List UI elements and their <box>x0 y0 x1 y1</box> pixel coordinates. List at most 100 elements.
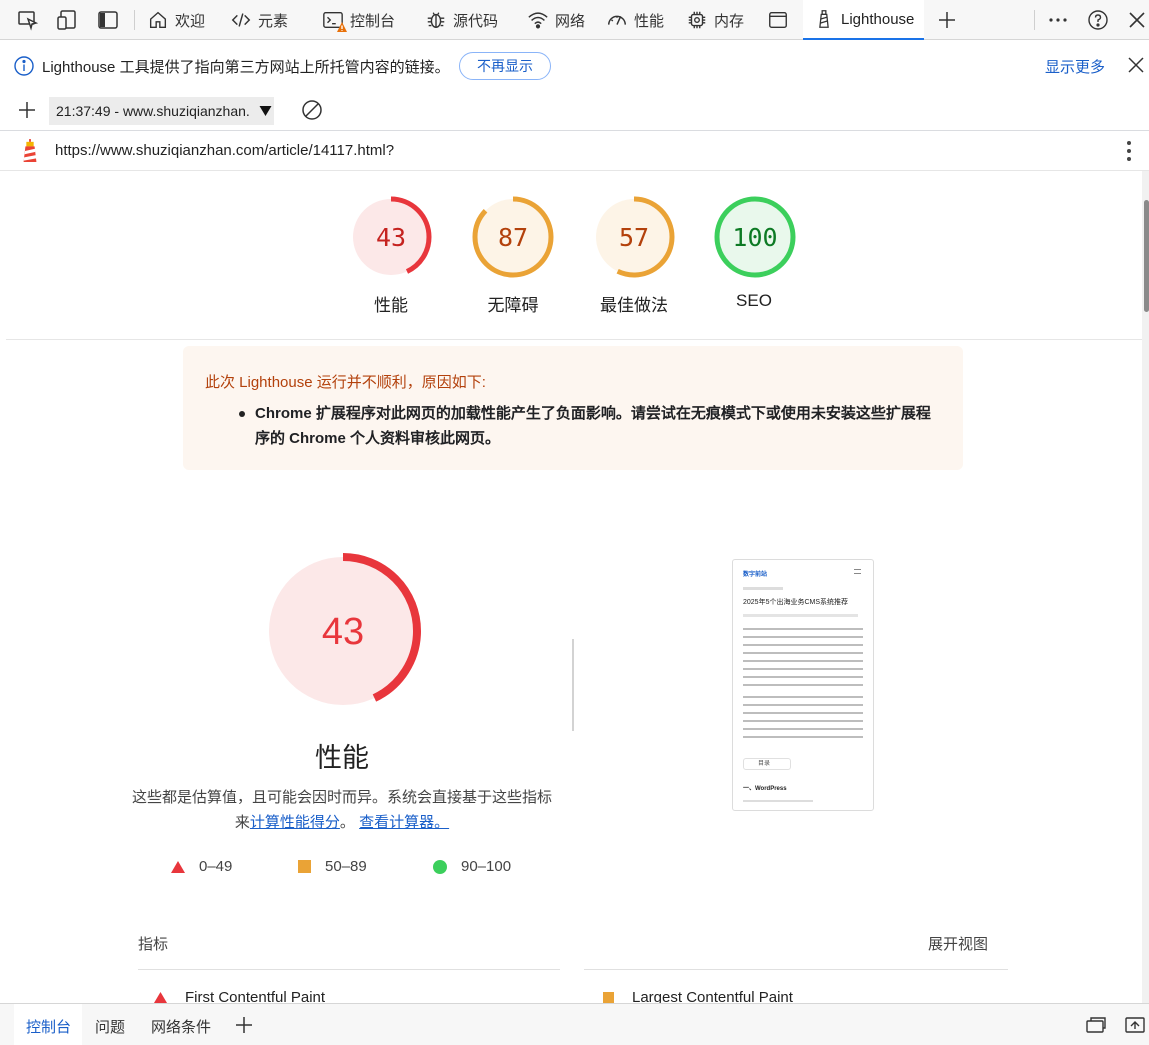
home-icon <box>149 11 167 29</box>
undock-drawer-icon[interactable] <box>1085 1016 1107 1034</box>
drawer-tab-bar: 控制台 问题 网络条件 <box>0 1003 1149 1045</box>
metrics-heading: 指标 <box>138 936 169 953</box>
gauge-performance[interactable]: 43 <box>349 195 433 279</box>
show-more-link[interactable]: 显示更多 <box>1045 56 1105 77</box>
tab-label: 欢迎 <box>175 12 206 30</box>
category-label-accessibility: 无障碍 <box>487 296 539 315</box>
legend-range: 0–49 <box>199 858 233 875</box>
thumb-text-block <box>743 628 863 686</box>
column-divider <box>572 639 574 731</box>
tab-network[interactable]: 网络 <box>527 0 585 40</box>
square-icon <box>603 992 614 1003</box>
page-screenshot-thumbnail[interactable]: 数字前站 2025年5个出海业务CMS系统推荐 目录 一、WordPress <box>732 559 874 811</box>
report-toolbar: 21:37:49 - www.shuziqianzhan. <box>0 90 1149 131</box>
gauge-score: 100 <box>732 223 777 252</box>
tab-label: 网络 <box>555 12 586 30</box>
performance-gauge-large: 43 <box>265 553 421 709</box>
gauge-best-practices[interactable]: 57 <box>592 195 676 279</box>
warning-badge-icon <box>337 22 347 32</box>
tab-lighthouse[interactable]: Lighthouse <box>803 0 925 40</box>
scrollbar-thumb[interactable] <box>1144 200 1149 312</box>
new-report-icon[interactable] <box>16 99 38 121</box>
legend-pass: 90–100 <box>433 858 511 875</box>
close-drawer-icon[interactable] <box>1124 1016 1146 1034</box>
tab-memory[interactable]: 内存 <box>686 0 744 40</box>
tab-welcome[interactable]: 欢迎 <box>147 0 205 40</box>
gauge-seo[interactable]: 100 <box>713 195 797 279</box>
tab-label: Lighthouse <box>841 10 915 28</box>
category-label-seo: SEO <box>736 291 772 310</box>
view-calculator-link[interactable]: 查看计算器。 <box>359 814 449 831</box>
metric-lcp[interactable]: Largest Contentful Paint <box>603 989 793 1003</box>
add-tab-icon[interactable] <box>935 8 959 32</box>
tab-performance[interactable]: 性能 <box>606 0 664 40</box>
toolbar-divider <box>134 10 135 30</box>
toolbar-divider <box>1034 10 1035 30</box>
legend-range: 90–100 <box>461 858 512 875</box>
section-divider <box>6 339 1142 340</box>
tab-console[interactable]: 控制台 <box>322 0 395 40</box>
gauge-accessibility[interactable]: 87 <box>471 195 555 279</box>
tab-label: 性能 <box>634 12 665 30</box>
info-icon <box>13 55 35 77</box>
dock-sidebar-icon[interactable] <box>96 8 120 32</box>
info-bar: Lighthouse 工具提供了指向第三方网站上所托管内容的链接。 不再显示 显… <box>0 40 1149 90</box>
console-icon <box>322 9 347 32</box>
calc-score-link[interactable]: 计算性能得分 <box>250 814 340 831</box>
tab-label: 源代码 <box>453 12 499 30</box>
bullet-icon <box>239 411 245 417</box>
legend-range: 50–89 <box>325 858 367 875</box>
performance-title: 性能 <box>315 743 369 773</box>
inspect-element-icon[interactable] <box>16 8 40 32</box>
drawer-tab-network-conditions[interactable]: 网络条件 <box>151 1016 211 1037</box>
metric-fcp[interactable]: First Contentful Paint <box>154 989 325 1003</box>
device-toolbar-icon[interactable] <box>56 8 80 32</box>
tab-elements[interactable]: 元素 <box>230 0 288 40</box>
wifi-icon <box>528 12 548 29</box>
thumb-breadcrumb <box>743 587 783 590</box>
legend-fail: 0–49 <box>171 858 232 875</box>
lighthouse-logo-icon <box>19 137 41 165</box>
tab-sources[interactable]: 源代码 <box>425 0 498 40</box>
warning-title: 此次 Lighthouse 运行并不顺利，原因如下: <box>205 374 486 391</box>
window-icon <box>769 11 787 29</box>
expand-view-toggle[interactable]: 展开视图 <box>928 933 988 954</box>
thumb-text-block <box>743 696 863 744</box>
close-infobar-icon[interactable] <box>1125 54 1147 76</box>
drawer-tab-issues[interactable]: 问题 <box>95 1016 125 1037</box>
circle-icon <box>433 859 447 874</box>
add-drawer-tab-icon[interactable] <box>233 1014 255 1036</box>
tab-application[interactable] <box>767 0 789 40</box>
warning-item-text: Chrome 扩展程序对此网页的加载性能产生了负面影响。请尝试在无痕模式下或使用… <box>255 405 931 447</box>
tab-label: 元素 <box>258 12 289 30</box>
thumb-meta-line <box>743 614 858 617</box>
lighthouse-report: 43 性能 87 无障碍 57 最佳做法 100 SEO 此次 Lighthou… <box>6 171 1142 1003</box>
metric-divider <box>584 969 1008 970</box>
report-select-value: 21:37:49 - www.shuziqianzhan. <box>56 103 250 119</box>
dont-show-again-button[interactable]: 不再显示 <box>459 52 551 80</box>
more-options-icon[interactable] <box>1046 8 1070 32</box>
bug-icon <box>427 12 445 29</box>
metric-name: Largest Contentful Paint <box>632 989 793 1003</box>
metric-name: First Contentful Paint <box>185 989 326 1003</box>
legend-average: 50–89 <box>298 858 367 875</box>
description-punctuation: 。 <box>339 814 355 831</box>
report-menu-icon[interactable] <box>1118 139 1140 163</box>
drawer-tab-console[interactable]: 控制台 <box>26 1016 71 1037</box>
lighthouse-icon <box>819 10 829 28</box>
thumb-menu-icon <box>854 569 861 574</box>
runtime-warning-box: 此次 Lighthouse 运行并不顺利，原因如下: Chrome 扩展程序对此… <box>183 346 963 470</box>
tab-label: 控制台 <box>350 12 396 30</box>
close-devtools-icon[interactable] <box>1125 8 1149 32</box>
code-icon <box>231 13 251 27</box>
clear-reports-icon[interactable] <box>301 99 323 121</box>
thumb-brand: 数字前站 <box>743 572 768 578</box>
tab-label: 内存 <box>714 12 745 30</box>
report-select[interactable]: 21:37:49 - www.shuziqianzhan. <box>49 97 274 125</box>
triangle-icon <box>171 860 185 873</box>
chevron-down-icon <box>259 106 272 116</box>
speedometer-icon <box>608 15 626 25</box>
metric-divider <box>138 969 560 970</box>
chip-icon <box>688 11 706 29</box>
help-icon[interactable] <box>1086 8 1110 32</box>
